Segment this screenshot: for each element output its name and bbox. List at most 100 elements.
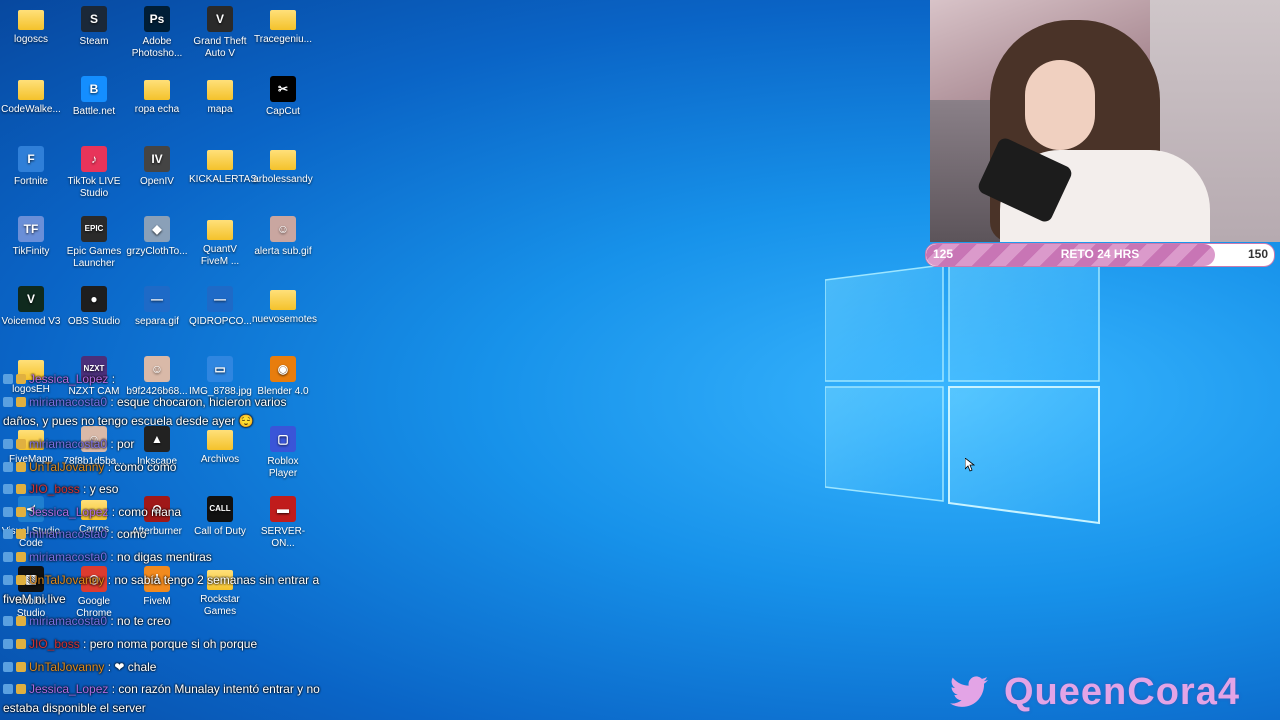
chat-badge-icon: [16, 374, 26, 384]
folder-icon: [207, 150, 233, 170]
desktop-icon[interactable]: ropa echa: [126, 76, 188, 116]
desktop-icon[interactable]: — QIDROPCO...: [189, 286, 252, 328]
desktop-icon-label: grzyClothTo...: [126, 246, 188, 257]
desktop-icon-label: OpenIV: [140, 176, 174, 187]
chat-badge-icon: [3, 439, 13, 449]
desktop-icon[interactable]: ✂ CapCut: [252, 76, 314, 118]
app-icon: ✂: [270, 76, 296, 102]
app-icon: EPIC: [81, 216, 107, 242]
desktop-icon-label: QIDROPCO...: [189, 316, 252, 327]
desktop-icon[interactable]: logoscs: [0, 6, 62, 46]
desktop-icon[interactable]: mapa: [189, 76, 251, 116]
desktop-icon[interactable]: CodeWalke...: [0, 76, 62, 116]
desktop-icon[interactable]: F Fortnite: [0, 146, 62, 188]
chat-text: daños, y pues no tengo escuela desde aye…: [3, 414, 254, 428]
chat-username: Jessica_Lopez: [29, 372, 109, 386]
chat-badge-icon: [16, 507, 26, 517]
goal-progress-bar: 125 RETO 24 HRS 150: [925, 243, 1275, 267]
chat-badge-icon: [3, 616, 13, 626]
desktop-icon-label: Tracegeniu...: [254, 34, 312, 45]
desktop-icon-label: Archivos: [200, 454, 240, 465]
chat-badge-icon: [3, 484, 13, 494]
desktop-icon[interactable]: S Steam: [63, 6, 125, 48]
chat-username: UnTalJovanny: [29, 660, 105, 674]
chat-message: UnTalJovanny : no sabía tengo 2 semanas …: [3, 573, 319, 587]
chat-text: : y eso: [79, 482, 119, 496]
desktop-icon[interactable]: V Grand Theft Auto V: [189, 6, 251, 60]
desktop-icon[interactable]: arbolessandy: [252, 146, 314, 186]
desktop-icon[interactable]: ▬ SERVER-ON...: [252, 496, 314, 550]
desktop-icon[interactable]: ♪ TikTok LIVE Studio: [63, 146, 125, 200]
desktop-icon[interactable]: ▭ IMG_8788.jpg: [189, 356, 252, 398]
folder-icon: [207, 80, 233, 100]
desktop-icon[interactable]: Tracegeniu...: [252, 6, 314, 46]
desktop-icon-label: Call of Duty: [194, 526, 246, 537]
desktop-icon-label: Grand Theft Auto V: [193, 36, 247, 59]
desktop-icon-label: alerta sub.gif: [254, 246, 312, 257]
desktop-icon-label: Rockstar Games: [200, 594, 240, 617]
desktop-icon-label: Steam: [79, 36, 109, 47]
chat-text: :: [108, 372, 116, 386]
desktop-icon-label: OBS Studio: [67, 316, 121, 327]
desktop-icon[interactable]: — separa.gif: [126, 286, 188, 328]
chat-message: UnTalJovanny : ❤ chale: [3, 660, 156, 674]
app-icon: —: [144, 286, 170, 312]
chat-text: : como como: [104, 460, 177, 474]
folder-icon: [270, 290, 296, 310]
folder-icon: [144, 80, 170, 100]
app-icon: TF: [18, 216, 44, 242]
desktop-icon[interactable]: ☺ b9f2426b68...: [126, 356, 188, 398]
chat-message: Jessica_Lopez : con razón Munalay intent…: [3, 682, 320, 696]
desktop-icon[interactable]: Archivos: [189, 426, 251, 466]
chat-text: : ❤ chale: [104, 660, 157, 674]
desktop-icon[interactable]: QuantV FiveM ...: [189, 216, 251, 268]
desktop-icon[interactable]: EPIC Epic Games Launcher: [63, 216, 125, 270]
chat-username: miriamacosta0: [29, 437, 108, 451]
app-icon: ◆: [144, 216, 170, 242]
desktop-icon-label: Roblox Player: [267, 456, 299, 479]
folder-icon: [18, 80, 44, 100]
desktop-icon[interactable]: ● OBS Studio: [63, 286, 125, 328]
brand-watermark: QueenCora4: [950, 671, 1240, 713]
chat-username: miriamacosta0: [29, 614, 108, 628]
desktop-icon-label: Adobe Photosho...: [131, 36, 183, 59]
desktop-icon[interactable]: ◆ grzyClothTo...: [126, 216, 188, 258]
app-icon: ●: [81, 286, 107, 312]
chat-text: : como: [107, 527, 147, 541]
desktop-icon-label: TikTok LIVE Studio: [67, 176, 121, 199]
app-icon: —: [207, 286, 233, 312]
desktop-icon-label: separa.gif: [135, 316, 179, 327]
chat-badge-icon: [16, 462, 26, 472]
app-icon: ♪: [81, 146, 107, 172]
app-icon: ▭: [207, 356, 233, 382]
chat-badge-icon: [3, 397, 13, 407]
goal-label: RETO 24 HRS: [1060, 247, 1140, 261]
desktop-icon[interactable]: B Battle.net: [63, 76, 125, 118]
chat-badge-icon: [3, 684, 13, 694]
desktop-icon-label: CapCut: [266, 106, 300, 117]
chat-message: miriamacosta0 : no digas mentiras: [3, 550, 212, 564]
chat-username: UnTalJovanny: [29, 460, 105, 474]
chat-badge-icon: [16, 484, 26, 494]
desktop-icon[interactable]: nuevosemotes: [252, 286, 317, 326]
chat-badge-icon: [3, 552, 13, 562]
desktop-icon-label: ropa echa: [134, 104, 180, 115]
desktop-icon[interactable]: ◉ Blender 4.0: [252, 356, 314, 398]
desktop-icon-label: Voicemod V3: [1, 316, 61, 327]
chat-text: : como mana: [108, 505, 182, 519]
desktop-icon[interactable]: KICKALERTAS: [189, 146, 257, 186]
chat-badge-icon: [3, 374, 13, 384]
chat-message: JIO_boss : pero noma porque si oh porque: [3, 637, 257, 651]
desktop-icon[interactable]: V Voicemod V3: [0, 286, 62, 328]
chat-username: miriamacosta0: [29, 550, 108, 564]
chat-badge-icon: [16, 662, 26, 672]
desktop-icon[interactable]: CALL Call of Duty: [189, 496, 251, 538]
chat-username: Jessica_Lopez: [29, 505, 109, 519]
desktop-icon[interactable]: Ps Adobe Photosho...: [126, 6, 188, 60]
desktop-icon[interactable]: TF TikFinity: [0, 216, 62, 258]
desktop-icon[interactable]: ☺ alerta sub.gif: [252, 216, 314, 258]
desktop-icon[interactable]: ▢ Roblox Player: [252, 426, 314, 480]
chat-username: UnTalJovanny: [29, 573, 105, 587]
chat-badge-icon: [16, 552, 26, 562]
desktop-icon[interactable]: IV OpenIV: [126, 146, 188, 188]
